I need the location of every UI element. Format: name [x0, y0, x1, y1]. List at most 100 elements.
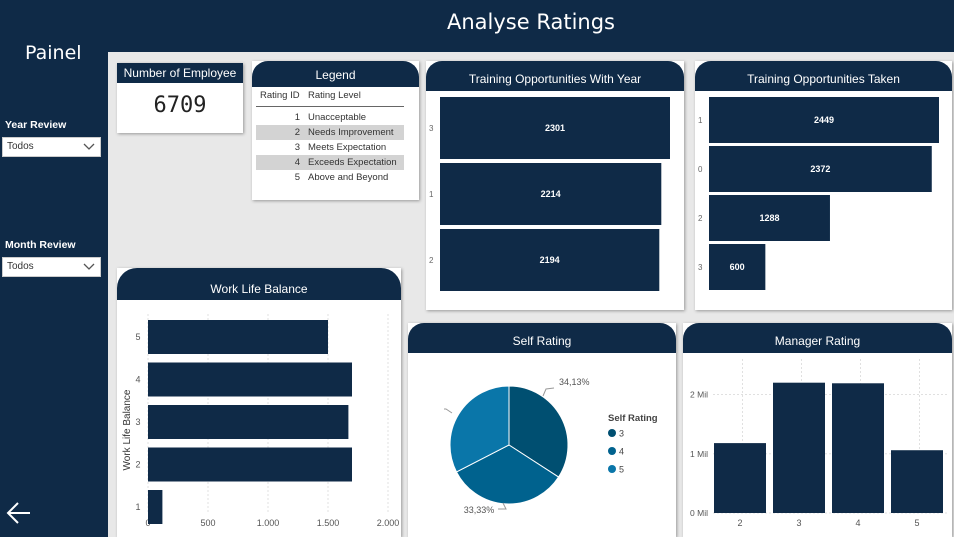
slice-label: 34,13% [559, 377, 590, 387]
bar [773, 382, 825, 513]
legend-row-level: Needs Improvement [308, 127, 394, 138]
y-tick-label: 2 [429, 256, 434, 265]
training-taken-card[interactable]: Training Opportunities Taken 1 2449 0 2372 2… [695, 61, 952, 310]
x-tick-label: 500 [200, 518, 215, 528]
data-label: 2449 [814, 115, 834, 125]
slice-label: 33,33% [464, 505, 495, 515]
manager-rating-title: Manager Rating [683, 323, 952, 353]
legend-row: 4 Exceeds Expectation [256, 155, 404, 170]
legend-row-id: 4 [294, 157, 300, 168]
legend-row-id: 2 [294, 127, 300, 138]
bar [714, 443, 766, 513]
training-year-title: Training Opportunities With Year [426, 61, 684, 91]
year-review-label: Year Review [5, 119, 67, 131]
y-tick-label: 3 [698, 263, 703, 272]
data-label: 2214 [541, 189, 561, 199]
legend-row: 1 Unacceptable [256, 110, 404, 125]
label-connector [542, 387, 555, 397]
y-tick-label: 2 [135, 460, 140, 470]
bar [148, 447, 352, 482]
legend-marker [608, 429, 616, 437]
chevron-down-icon [83, 263, 95, 270]
self-rating-chart: 34,13%33,33%32,54%Self Rating345 [444, 377, 658, 515]
work-life-card[interactable]: Work Life Balance 05001.0001.5002.000543… [117, 268, 401, 537]
legend-label: 5 [619, 465, 624, 475]
employee-count-title: Number of Employee [117, 63, 243, 83]
legend-title: Self Rating [608, 413, 658, 424]
self-rating-card[interactable]: Self Rating 34,13%33,33%32,54%Self Ratin… [408, 323, 676, 537]
label-connector [444, 408, 453, 414]
bar [891, 450, 943, 513]
legend-row: 5 Above and Beyond [256, 170, 404, 185]
training-year-chart: 3 2301 1 2214 2 2194 [429, 97, 670, 291]
x-tick-label: 1.500 [317, 518, 340, 528]
y-tick-label: 5 [135, 332, 140, 342]
data-label: 1288 [759, 213, 779, 223]
data-label: 2372 [810, 164, 830, 174]
employee-count-value: 6709 [153, 93, 207, 118]
bar [832, 383, 884, 513]
y-tick-label: 0 [698, 165, 703, 174]
work-life-chart: 05001.0001.5002.00054321Work Life Balanc… [122, 314, 400, 528]
y-axis-label: Work Life Balance [122, 389, 133, 470]
legend-row-id: 3 [294, 142, 300, 153]
chevron-down-icon [83, 143, 95, 150]
page-header: Analyse Ratings [108, 0, 954, 52]
sidebar: Painel Year Review Todos Month Review To… [0, 0, 108, 537]
legend-row-id: 1 [294, 112, 300, 123]
y-tick-label: 2 [698, 214, 703, 223]
y-tick-label: 1 [698, 116, 703, 125]
bar [148, 490, 163, 524]
training-taken-title: Training Opportunities Taken [695, 61, 952, 91]
year-review-value: Todos [7, 141, 34, 152]
y-tick-label: 1 Mil [690, 449, 708, 459]
legend-row-level: Exceeds Expectation [308, 157, 397, 168]
legend-header-row: Rating ID Rating Level [256, 89, 404, 107]
bar [148, 362, 352, 397]
legend-col-id: Rating ID [260, 90, 300, 101]
legend-row-level: Above and Beyond [308, 172, 389, 183]
bar [148, 320, 328, 354]
y-tick-label: 2 Mil [690, 390, 708, 400]
employee-count-card[interactable]: Number of Employee 6709 [117, 63, 243, 133]
legend-marker [608, 447, 616, 455]
legend-row: 2 Needs Improvement [256, 125, 404, 140]
year-review-dropdown[interactable]: Todos [2, 137, 101, 157]
legend-title: Legend [252, 61, 419, 87]
page-title: Analyse Ratings [447, 10, 615, 34]
manager-rating-chart: 0 Mil 1 Mil 2 Mil 2 3 4 5 [690, 359, 949, 528]
report-canvas: Number of Employee 6709 Legend Rating ID… [108, 52, 954, 537]
legend-marker [608, 465, 616, 473]
legend-row: 3 Meets Expectation [256, 140, 404, 155]
x-tick-label: 4 [855, 518, 860, 528]
arrow-left-icon[interactable] [5, 500, 33, 526]
y-tick-label: 4 [135, 375, 140, 385]
data-label: 2194 [540, 255, 560, 265]
self-rating-title: Self Rating [408, 323, 676, 353]
manager-rating-card[interactable]: Manager Rating 0 Mil 1 Mil 2 Mil 2 3 4 5 [683, 323, 952, 537]
legend-row-id: 5 [294, 172, 300, 183]
x-tick-label: 2.000 [377, 518, 400, 528]
legend-col-level: Rating Level [308, 90, 361, 101]
y-tick-label: 1 [429, 190, 434, 199]
y-tick-label: 1 [135, 502, 140, 512]
y-tick-label: 3 [429, 124, 434, 133]
month-review-dropdown[interactable]: Todos [2, 257, 101, 277]
x-tick-label: 3 [796, 518, 801, 528]
y-tick-label: 0 Mil [690, 508, 708, 518]
legend-row-level: Unacceptable [308, 112, 367, 123]
work-life-title: Work Life Balance [117, 268, 401, 300]
training-taken-chart: 1 2449 0 2372 2 1288 3 600 [698, 97, 939, 290]
panel-title: Painel [25, 42, 82, 64]
month-review-value: Todos [7, 261, 34, 272]
legend-card[interactable]: Legend Rating ID Rating Level 1 Unaccepta… [252, 61, 419, 200]
month-review-label: Month Review [5, 239, 76, 251]
x-tick-label: 2 [737, 518, 742, 528]
legend-row-level: Meets Expectation [308, 142, 387, 153]
x-tick-label: 5 [914, 518, 919, 528]
x-tick-label: 1.000 [257, 518, 280, 528]
training-year-card[interactable]: Training Opportunities With Year 3 2301 1 2… [426, 61, 684, 310]
legend-label: 4 [619, 447, 624, 457]
legend-table: Rating ID Rating Level 1 Unacceptable 2 Ne… [256, 89, 404, 185]
legend-label: 3 [619, 429, 624, 439]
